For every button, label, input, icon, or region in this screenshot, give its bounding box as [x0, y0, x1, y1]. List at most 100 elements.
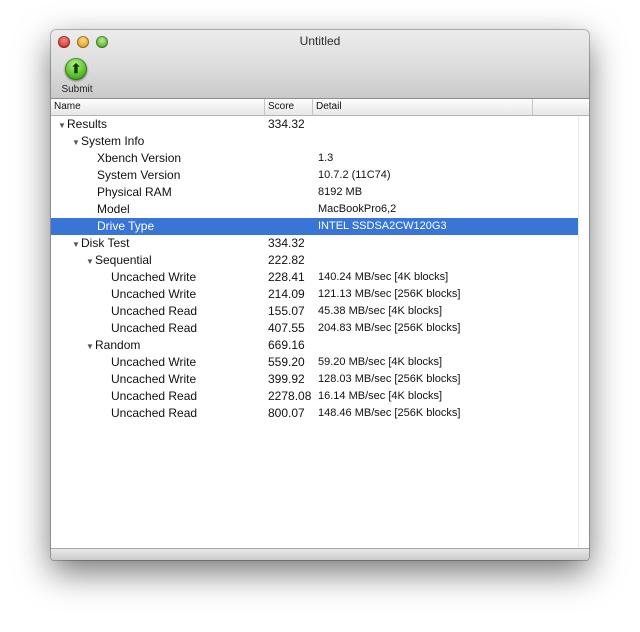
row-name-cell: Xbench Version: [97, 150, 181, 167]
row-score: 399.92: [268, 372, 305, 386]
disclosure-triangle-icon[interactable]: ▼: [72, 236, 81, 253]
window-title: Untitled: [299, 34, 341, 48]
table-row[interactable]: ▼Results 334.32: [51, 116, 578, 133]
disclosure-triangle-icon[interactable]: ▼: [86, 253, 95, 270]
disclosure-triangle-icon[interactable]: ▼: [86, 338, 95, 355]
row-name: Random: [95, 338, 141, 352]
row-detail: [318, 252, 568, 269]
row-name-cell: Uncached Read: [111, 388, 197, 405]
row-detail: [318, 337, 568, 354]
disclosure-triangle-icon[interactable]: ▼: [58, 117, 67, 134]
row-name: Drive Type: [97, 219, 155, 233]
row-name-cell: System Version: [97, 167, 180, 184]
row-name: Results: [67, 117, 108, 131]
row-name: Disk Test: [81, 236, 130, 250]
row-score: 155.07: [268, 304, 305, 318]
row-name-cell: Uncached Write: [111, 371, 196, 388]
row-name: Physical RAM: [97, 185, 172, 199]
table-row[interactable]: ▼Random 669.16: [51, 337, 578, 354]
table-row[interactable]: Uncached Read 2278.08 16.14 MB/sec [4K blo…: [51, 388, 578, 405]
row-name-cell: Uncached Read: [111, 405, 197, 422]
row-detail: [318, 116, 568, 133]
row-name-cell: Uncached Write: [111, 269, 196, 286]
table-row[interactable]: Uncached Write 559.20 59.20 MB/sec [4K blo…: [51, 354, 578, 371]
row-name: System Info: [81, 134, 145, 148]
table-row[interactable]: Physical RAM 8192 MB: [51, 184, 578, 201]
row-detail: 140.24 MB/sec [4K blocks]: [318, 271, 449, 283]
table-row[interactable]: Uncached Write 399.92 128.03 MB/sec [256K …: [51, 371, 578, 388]
table-row[interactable]: Uncached Read 155.07 45.38 MB/sec [4K bloc…: [51, 303, 578, 320]
row-detail: [318, 133, 568, 150]
table-row[interactable]: ▼Sequential 222.82: [51, 252, 578, 269]
row-detail: 148.46 MB/sec [256K blocks]: [318, 407, 461, 419]
results-outline: ▼Results 334.32 ▼System Info Xbench Version…: [51, 116, 578, 422]
table-row[interactable]: Xbench Version 1.3: [51, 150, 578, 167]
row-name: Uncached Read: [111, 304, 198, 318]
table-row[interactable]: Uncached Read 407.55 204.83 MB/sec [256K b…: [51, 320, 578, 337]
table-row[interactable]: Drive Type INTEL SSDSA2CW120G3: [51, 218, 578, 235]
row-detail: 59.20 MB/sec [4K blocks]: [318, 356, 443, 368]
row-detail: INTEL SSDSA2CW120G3: [318, 220, 447, 232]
row-name: Xbench Version: [97, 151, 182, 165]
row-name-cell: ▼Disk Test: [72, 235, 129, 252]
upload-arrow-icon: ⬆: [65, 58, 87, 80]
column-header-detail[interactable]: Detail: [313, 99, 533, 115]
disclosure-triangle-icon[interactable]: ▼: [72, 134, 81, 151]
row-detail: MacBookPro6,2: [318, 203, 397, 215]
row-score: [268, 150, 314, 167]
row-score: 228.41: [268, 270, 305, 284]
row-name-cell: ▼System Info: [72, 133, 144, 150]
title-bar[interactable]: Untitled ⬆ Submit: [51, 30, 589, 99]
row-name-cell: ▼Random: [86, 337, 140, 354]
table-row[interactable]: ▼Disk Test 334.32: [51, 235, 578, 252]
column-header: Name Score Detail: [51, 99, 589, 116]
table-row[interactable]: Uncached Read 800.07 148.46 MB/sec [256K b…: [51, 405, 578, 422]
scrollbar-track[interactable]: [578, 116, 589, 548]
row-score: [268, 167, 314, 184]
row-name: Sequential: [95, 253, 152, 267]
table-row[interactable]: System Version 10.7.2 (11C74): [51, 167, 578, 184]
bottom-bar: [51, 548, 589, 560]
submit-label: Submit: [61, 84, 93, 95]
row-name: Uncached Write: [111, 372, 197, 386]
row-score: 2278.08: [268, 389, 312, 403]
row-detail: 10.7.2 (11C74): [318, 169, 391, 181]
row-score: 222.82: [268, 253, 305, 267]
row-detail: 204.83 MB/sec [256K blocks]: [318, 322, 461, 334]
row-name-cell: Model: [97, 201, 130, 218]
column-header-name[interactable]: Name: [51, 99, 265, 115]
row-score: [268, 218, 314, 235]
row-detail: 121.13 MB/sec [256K blocks]: [318, 288, 461, 300]
row-name-cell: Physical RAM: [97, 184, 172, 201]
row-score: 334.32: [268, 236, 305, 250]
submit-button[interactable]: ⬆ Submit: [56, 57, 98, 97]
row-name: Uncached Read: [111, 389, 198, 403]
row-name: Uncached Write: [111, 287, 197, 301]
row-score: 559.20: [268, 355, 305, 369]
row-detail: 8192 MB: [318, 186, 363, 198]
app-window: Untitled ⬆ Submit Name Score Detail ▼Res…: [51, 30, 589, 560]
row-name: Uncached Write: [111, 270, 197, 284]
row-score: 407.55: [268, 321, 305, 335]
row-name-cell: Uncached Read: [111, 303, 197, 320]
row-score: 669.16: [268, 338, 305, 352]
table-row[interactable]: ▼System Info: [51, 133, 578, 150]
row-name-cell: ▼Results: [58, 116, 107, 133]
row-name-cell: ▼Sequential: [86, 252, 152, 269]
row-detail: 128.03 MB/sec [256K blocks]: [318, 373, 461, 385]
row-detail: 16.14 MB/sec [4K blocks]: [318, 390, 443, 402]
row-name-cell: Drive Type: [97, 218, 154, 235]
row-score: [268, 201, 314, 218]
table-row[interactable]: Uncached Write 214.09 121.13 MB/sec [256K …: [51, 286, 578, 303]
row-score: [268, 133, 314, 150]
row-score: 334.32: [268, 117, 305, 131]
column-header-score[interactable]: Score: [265, 99, 313, 115]
row-detail: 45.38 MB/sec [4K blocks]: [318, 305, 443, 317]
row-name-cell: Uncached Read: [111, 320, 197, 337]
table-row[interactable]: Model MacBookPro6,2: [51, 201, 578, 218]
row-name-cell: Uncached Write: [111, 354, 196, 371]
row-score: 800.07: [268, 406, 305, 420]
row-score: 214.09: [268, 287, 305, 301]
row-name: Uncached Write: [111, 355, 197, 369]
table-row[interactable]: Uncached Write 228.41 140.24 MB/sec [4K bl…: [51, 269, 578, 286]
